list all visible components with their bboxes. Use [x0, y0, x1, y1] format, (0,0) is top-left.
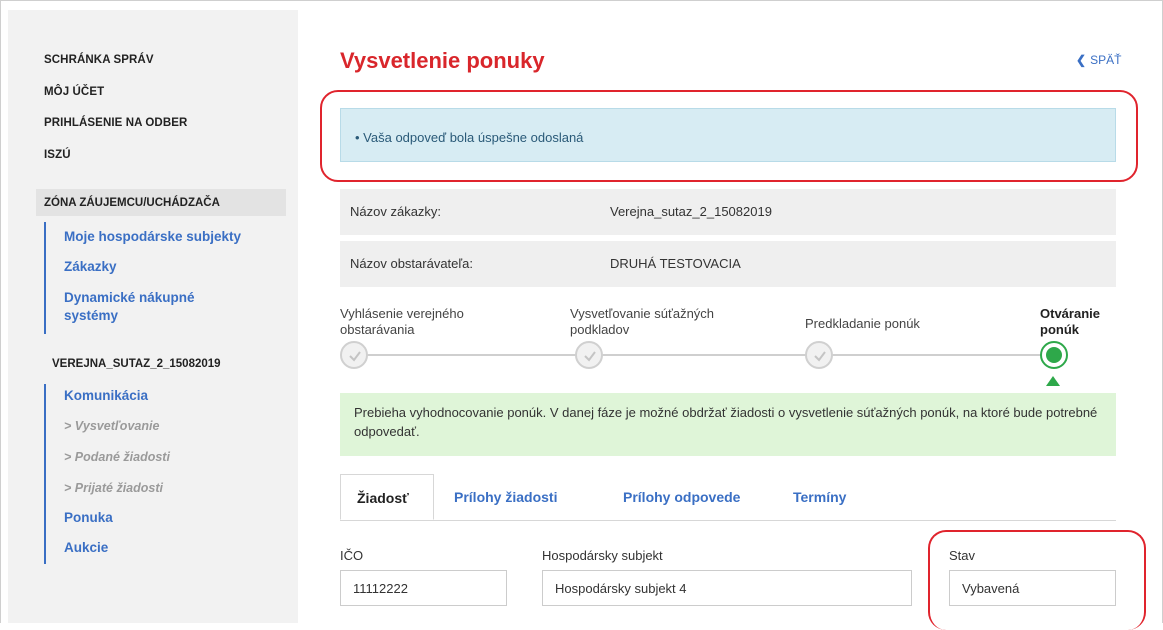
sidebar [8, 10, 298, 623]
back-label: SPÄŤ [1090, 53, 1122, 67]
tab-request[interactable]: Žiadosť [340, 474, 434, 520]
step-label-opening: Otváranie ponúk [1040, 306, 1100, 338]
step-label-line: Vysvetľovanie súťažných [570, 306, 715, 321]
sidebar-link-subscription[interactable]: PRIHLÁSENIE NA ODBER [44, 117, 187, 129]
highlight-annotation-alert [320, 90, 1138, 182]
step-label-line: podkladov [570, 322, 630, 337]
sidebar-link-inbox[interactable]: SCHRÁNKA SPRÁV [44, 54, 154, 66]
step-label-line: Predkladanie ponúk [805, 316, 920, 331]
step-label-submission: Predkladanie ponúk [805, 316, 920, 332]
back-link[interactable]: ❮ SPÄŤ [1076, 53, 1121, 67]
step-done-check-icon [340, 341, 368, 369]
buyer-label: Názov obstarávateľa: [350, 256, 474, 271]
sidebar-item-subjects[interactable]: Moje hospodárske subjekty [64, 228, 241, 246]
sidebar-item-auctions[interactable]: Aukcie [64, 539, 108, 557]
info-row-buyer: Názov obstarávateľa: DRUHÁ TESTOVACIA [340, 241, 1116, 287]
contract-label: Názov zákazky: [350, 204, 442, 219]
sidebar-item-offer[interactable]: Ponuka [64, 509, 113, 527]
ico-field[interactable]: 11112222 [340, 570, 507, 606]
step-pointer-icon [1046, 376, 1060, 386]
step-label-line: obstarávania [340, 322, 415, 337]
tab-request-attachments[interactable]: Prílohy žiadosti [454, 474, 557, 520]
info-row-contract: Názov zákazky: Verejna_sutaz_2_15082019 [340, 189, 1116, 235]
subject-label: Hospodársky subjekt [542, 548, 663, 563]
tab-bar: Žiadosť Prílohy žiadosti Prílohy odpoved… [340, 474, 1116, 521]
page-title: Vysvetlenie ponuky [340, 48, 545, 73]
tab-deadlines[interactable]: Termíny [793, 474, 846, 520]
highlight-annotation-status [928, 530, 1146, 630]
active-dot-inner [1046, 347, 1062, 363]
zone-title: ZÓNA ZÁUJEMCU/UCHÁDZAČA [44, 197, 220, 209]
sidebar-item-dns[interactable]: Dynamické nákupné [64, 289, 195, 307]
sidebar-subitem-clarification[interactable]: > Vysvetľovanie [64, 419, 159, 433]
step-label-clarification: Vysvetľovanie súťažných podkladov [570, 306, 714, 338]
step-done-check-icon [805, 341, 833, 369]
step-active-dot-icon [1040, 341, 1068, 369]
sidebar-item-communication[interactable]: Komunikácia [64, 387, 148, 405]
phase-info-box: Prebieha vyhodnocovanie ponúk. V danej f… [340, 393, 1116, 456]
step-done-check-icon [575, 341, 603, 369]
ico-label: IČO [340, 548, 364, 563]
sidebar-link-account[interactable]: MÔJ ÚČET [44, 86, 104, 98]
subject-field[interactable]: Hospodársky subjekt 4 [542, 570, 912, 606]
step-label-line: Vyhlásenie verejného [340, 306, 464, 321]
sidebar-project-rail [44, 384, 46, 564]
sidebar-zone-header: ZÓNA ZÁUJEMCU/UCHÁDZAČA [36, 189, 286, 216]
sidebar-item-contracts[interactable]: Zákazky [64, 258, 117, 276]
sidebar-subitem-submitted[interactable]: > Podané žiadosti [64, 450, 170, 464]
project-title: VEREJNA_SUTAZ_2_15082019 [52, 358, 221, 370]
sidebar-zone-rail [44, 222, 46, 334]
sidebar-item-dns-line2[interactable]: systémy [64, 307, 118, 325]
contract-value: Verejna_sutaz_2_15082019 [610, 204, 772, 219]
chevron-left-icon: ❮ [1076, 53, 1087, 67]
step-label-announcement: Vyhlásenie verejného obstarávania [340, 306, 464, 338]
buyer-value: DRUHÁ TESTOVACIA [610, 256, 741, 271]
tab-response-attachments[interactable]: Prílohy odpovede [623, 474, 740, 520]
step-label-line: Otváranie [1040, 306, 1100, 321]
sidebar-link-iszu[interactable]: ISZÚ [44, 149, 71, 161]
sidebar-subitem-received[interactable]: > Prijaté žiadosti [64, 481, 163, 495]
step-label-line: ponúk [1040, 322, 1079, 337]
timeline-track [352, 354, 1058, 356]
